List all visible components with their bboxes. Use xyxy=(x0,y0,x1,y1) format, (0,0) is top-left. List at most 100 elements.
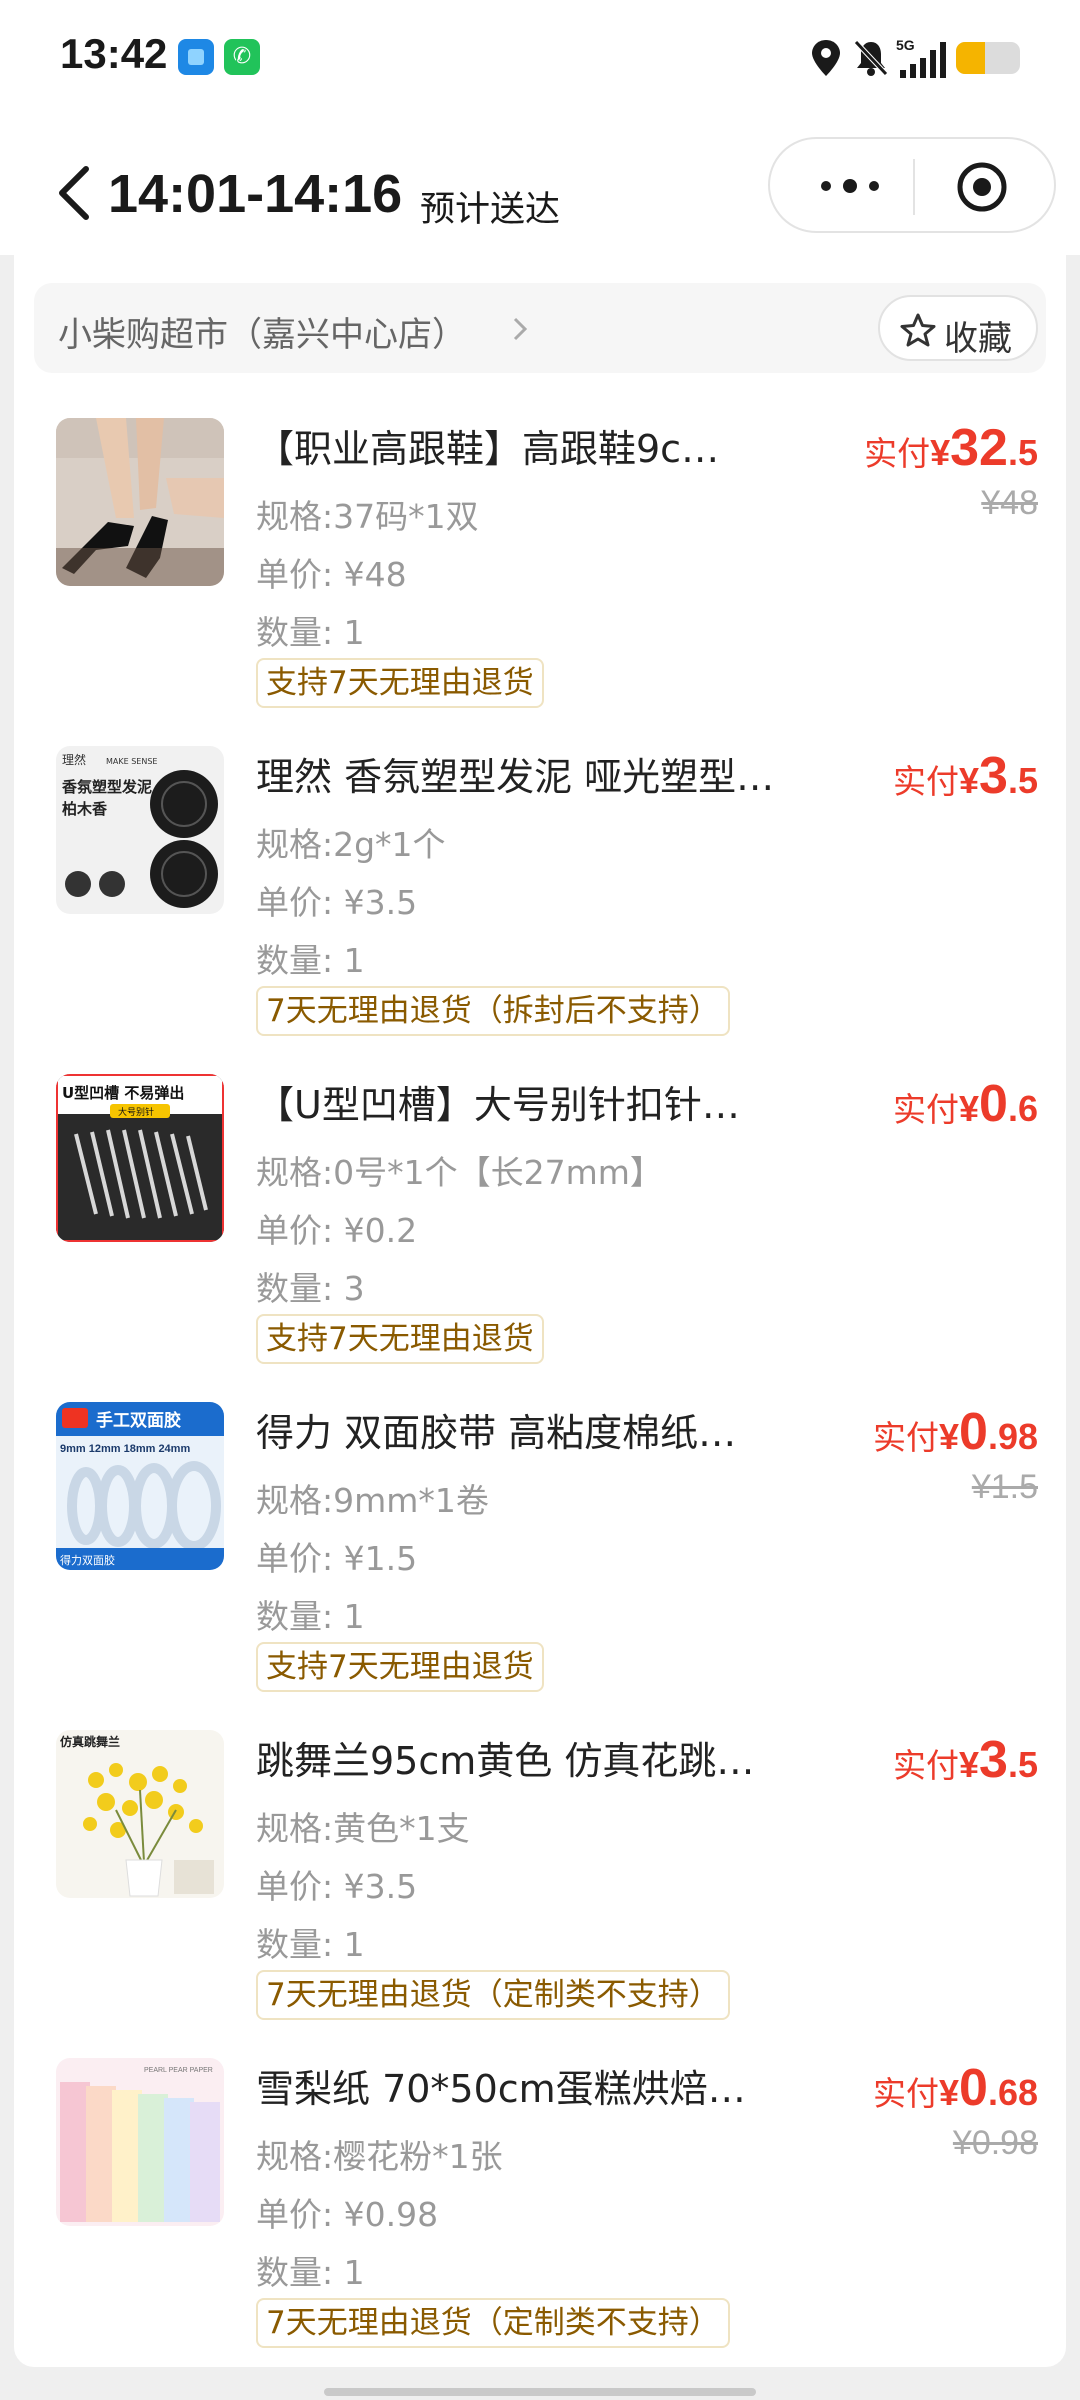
price-integer: 0 xyxy=(979,1075,1008,1133)
return-policy-tag: 支持7天无理由退货 xyxy=(256,1314,544,1364)
product-quantity: 数量: 1 xyxy=(256,2253,365,2292)
favorite-label: 收藏 xyxy=(944,319,1012,359)
product-title[interactable]: 雪梨纸 70*50cm蛋糕烘焙… xyxy=(256,2058,846,2114)
return-policy-tag: 支持7天无理由退货 xyxy=(256,658,544,708)
thumb-banner: U型凹槽 不易弹出 xyxy=(62,1084,184,1102)
star-icon xyxy=(900,313,936,347)
product-spec: 规格:0号*1个【长27mm】 xyxy=(256,1153,663,1192)
price-integer: 0 xyxy=(959,2059,988,2117)
paid-price: 实付¥3.5 xyxy=(893,746,1038,806)
price-integer: 3 xyxy=(979,1731,1008,1789)
paid-price: 实付¥0.6 xyxy=(893,1074,1038,1134)
capsule-divider xyxy=(913,159,915,215)
currency-symbol: ¥ xyxy=(959,760,980,801)
thumb-brand: 理然 xyxy=(62,752,86,767)
thumb-brand-en: MAKE SENSE xyxy=(106,757,157,766)
product-thumbnail[interactable]: 仿真跳舞兰 xyxy=(56,1730,224,1898)
price-decimal: .98 xyxy=(987,1416,1038,1457)
product-spec: 规格:樱花粉*1张 xyxy=(256,2137,503,2176)
product-quantity: 数量: 1 xyxy=(256,613,365,652)
product-item[interactable]: 仿真跳舞兰 跳舞兰95cm黄色 仿真花跳… 规格:黄色*1支 单价: ¥3.5 … xyxy=(14,1730,1066,2058)
price-decimal: .68 xyxy=(987,2072,1038,2113)
thumb-banner: 仿真跳舞兰 xyxy=(60,1734,120,1749)
product-spec: 规格:37码*1双 xyxy=(256,497,479,536)
home-indicator[interactable] xyxy=(324,2388,756,2396)
favorite-button[interactable]: 收藏 xyxy=(878,295,1038,361)
price-decimal: .5 xyxy=(1007,432,1038,473)
location-icon xyxy=(812,40,840,76)
product-unit-price: 单价: ¥0.98 xyxy=(256,2195,439,2234)
return-policy-tag: 7天无理由退货（定制类不支持） xyxy=(256,2298,730,2348)
product-quantity: 数量: 3 xyxy=(256,1269,365,1308)
network-type: 5G xyxy=(896,37,915,53)
currency-symbol: ¥ xyxy=(930,432,951,473)
order-header: 14:01-14:16 预计送达 xyxy=(0,115,1080,255)
product-thumbnail[interactable] xyxy=(56,418,224,586)
product-title[interactable]: 【U型凹槽】大号别针扣针… xyxy=(256,1074,846,1130)
product-thumbnail[interactable]: 手工双面胶 9mm 12mm 18mm 24mm 得力双面胶 xyxy=(56,1402,224,1570)
order-card: 小柴购超市（嘉兴中心店） 收藏 【职业高跟鞋】高跟鞋9c… 规格:37码*1双 … xyxy=(14,255,1066,2367)
return-policy-tag: 7天无理由退货（拆封后不支持） xyxy=(256,986,730,1036)
store-row[interactable]: 小柴购超市（嘉兴中心店） 收藏 xyxy=(34,283,1046,373)
paid-label: 实付 xyxy=(893,762,960,801)
product-unit-price: 单价: ¥1.5 xyxy=(256,1539,418,1578)
paid-label: 实付 xyxy=(873,2074,939,2113)
thumb-caption: 得力双面胶 xyxy=(60,1553,115,1567)
currency-symbol: ¥ xyxy=(939,1416,960,1457)
signal-icon: 5G xyxy=(896,37,946,78)
thumb-banner: 手工双面胶 xyxy=(96,1410,181,1431)
battery-icon xyxy=(956,42,1020,74)
paid-label: 实付 xyxy=(873,1418,939,1457)
product-title[interactable]: 理然 香氛塑型发泥 哑光塑型… xyxy=(256,746,846,802)
product-spec: 规格:黄色*1支 xyxy=(256,1809,470,1848)
original-price: ¥0.98 xyxy=(952,2124,1038,2162)
store-name[interactable]: 小柴购超市（嘉兴中心店） xyxy=(58,307,466,356)
original-price: ¥48 xyxy=(981,484,1038,522)
product-title[interactable]: 跳舞兰95cm黄色 仿真花跳… xyxy=(256,1730,846,1786)
paid-label: 实付 xyxy=(864,434,931,473)
product-item[interactable]: 理然 MAKE SENSE 香氛塑型发泥 柏木香 理然 香氛塑型发泥 哑光塑型…… xyxy=(14,746,1066,1074)
product-title[interactable]: 得力 双面胶带 高粘度棉纸… xyxy=(256,1402,846,1458)
product-title[interactable]: 【职业高跟鞋】高跟鞋9c… xyxy=(256,418,846,474)
eta-label: 预计送达 xyxy=(420,190,561,230)
product-unit-price: 单价: ¥3.5 xyxy=(256,883,418,922)
paid-price: 实付¥3.5 xyxy=(893,1730,1038,1790)
target-close-icon[interactable] xyxy=(956,161,1008,213)
battery-fill xyxy=(956,42,985,74)
paid-label: 实付 xyxy=(893,1746,960,1785)
back-chevron-icon[interactable] xyxy=(52,161,96,225)
app-icon-blue xyxy=(178,39,214,75)
return-policy-tag: 7天无理由退货（定制类不支持） xyxy=(256,1970,730,2020)
thumb-name: 香氛塑型发泥 xyxy=(62,778,152,796)
product-quantity: 数量: 1 xyxy=(256,1597,365,1636)
product-item[interactable]: PEARL PEAR PAPER 雪梨纸 70*50cm蛋糕烘焙… 规格:樱花粉… xyxy=(14,2058,1066,2386)
status-bar: 13:42 ✆ 5G xyxy=(0,0,1080,115)
product-unit-price: 单价: ¥0.2 xyxy=(256,1211,418,1250)
eta-time: 14:01-14:16 xyxy=(108,164,403,224)
product-item[interactable]: U型凹槽 不易弹出 大号别针 【U型凹槽】大号别针扣针… 规格:0号*1个【长2… xyxy=(14,1074,1066,1402)
phone-app-icon: ✆ xyxy=(224,39,260,75)
product-item[interactable]: 手工双面胶 9mm 12mm 18mm 24mm 得力双面胶 得力 双面胶带 高… xyxy=(14,1402,1066,1730)
more-dots-icon[interactable] xyxy=(810,161,890,211)
thumb-banner: PEARL PEAR PAPER xyxy=(144,2067,213,2074)
product-thumbnail[interactable]: U型凹槽 不易弹出 大号别针 xyxy=(56,1074,224,1242)
chevron-right-icon xyxy=(513,317,528,341)
status-time: 13:42 xyxy=(60,30,168,77)
product-item[interactable]: 【职业高跟鞋】高跟鞋9c… 规格:37码*1双 单价: ¥48 数量: 1 支持… xyxy=(14,418,1066,746)
mini-program-capsule xyxy=(768,137,1056,233)
price-decimal: .5 xyxy=(1007,760,1038,801)
price-decimal: .6 xyxy=(1007,1088,1038,1129)
product-thumbnail[interactable]: 理然 MAKE SENSE 香氛塑型发泥 柏木香 xyxy=(56,746,224,914)
product-unit-price: 单价: ¥48 xyxy=(256,555,407,594)
original-price: ¥1.5 xyxy=(971,1468,1038,1506)
paid-price: 实付¥32.5 xyxy=(864,418,1038,478)
currency-symbol: ¥ xyxy=(959,1744,980,1785)
product-spec: 规格:9mm*1卷 xyxy=(256,1481,489,1520)
price-decimal: .5 xyxy=(1007,1744,1038,1785)
return-policy-tag: 支持7天无理由退货 xyxy=(256,1642,544,1692)
currency-symbol: ¥ xyxy=(939,2072,960,2113)
thumb-sub: 大号别针 xyxy=(118,1106,154,1118)
product-thumbnail[interactable]: PEARL PEAR PAPER xyxy=(56,2058,224,2226)
paid-price: 实付¥0.98 xyxy=(873,1402,1038,1462)
currency-symbol: ¥ xyxy=(959,1088,980,1129)
